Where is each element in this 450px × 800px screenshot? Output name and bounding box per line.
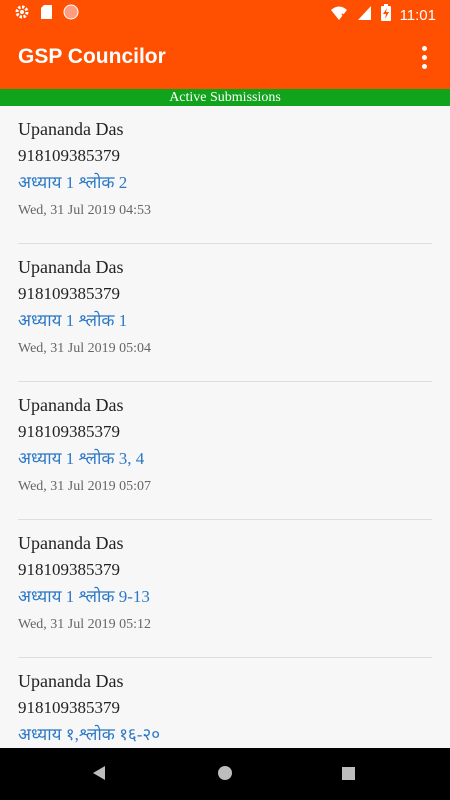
gear-icon <box>14 4 30 25</box>
wifi-off-icon <box>330 5 348 26</box>
navigation-bar <box>0 748 450 800</box>
recents-icon[interactable] <box>342 767 355 780</box>
submitter-name: Upananda Das <box>18 671 124 691</box>
signal-icon <box>357 5 372 26</box>
submission-timestamp: Wed, 31 Jul 2019 05:12 <box>18 617 152 632</box>
home-icon[interactable] <box>218 766 232 780</box>
verse-link[interactable]: अध्याय १,श्लोक १६-२० <box>18 724 160 746</box>
status-time: 11:01 <box>399 6 436 24</box>
app-bar: GSP Councilor <box>0 25 450 89</box>
submitter-name: Upananda Das <box>18 395 124 415</box>
circle-notification-icon <box>63 4 79 25</box>
verse-link[interactable]: अध्याय 1 श्लोक 2 <box>18 172 127 194</box>
submission-timestamp: Wed, 31 Jul 2019 05:07 <box>18 479 152 494</box>
submitter-name: Upananda Das <box>18 119 124 139</box>
submitter-phone: 918109385379 <box>18 146 120 165</box>
submitter-phone: 918109385379 <box>18 560 120 579</box>
submission-item[interactable]: Upananda Das 918109385379 अध्याय 1 श्लोक… <box>0 244 450 382</box>
submitter-name: Upananda Das <box>18 533 124 553</box>
submitter-name: Upananda Das <box>18 257 124 277</box>
submitter-phone: 918109385379 <box>18 698 120 717</box>
sd-card-icon <box>40 4 53 25</box>
section-banner: Active Submissions <box>0 89 450 106</box>
submission-item[interactable]: Upananda Das 918109385379 अध्याय १,श्लोक… <box>0 658 450 748</box>
status-bar: 11:01 <box>0 0 450 25</box>
submission-item[interactable]: Upananda Das 918109385379 अध्याय 1 श्लोक… <box>0 382 450 520</box>
submitter-phone: 918109385379 <box>18 284 120 303</box>
submission-list[interactable]: Upananda Das 918109385379 अध्याय 1 श्लोक… <box>0 106 450 748</box>
back-icon[interactable] <box>92 765 106 786</box>
submission-timestamp: Wed, 31 Jul 2019 05:04 <box>18 341 152 356</box>
submission-timestamp: Wed, 31 Jul 2019 04:53 <box>18 203 152 218</box>
battery-charging-icon <box>380 4 391 26</box>
submitter-phone: 918109385379 <box>18 422 120 441</box>
verse-link[interactable]: अध्याय 1 श्लोक 3, 4 <box>18 448 144 470</box>
more-vert-icon[interactable] <box>408 41 440 73</box>
submission-item[interactable]: Upananda Das 918109385379 अध्याय 1 श्लोक… <box>0 520 450 658</box>
verse-link[interactable]: अध्याय 1 श्लोक 9-13 <box>18 586 150 608</box>
verse-link[interactable]: अध्याय 1 श्लोक 1 <box>18 310 127 332</box>
submission-item[interactable]: Upananda Das 918109385379 अध्याय 1 श्लोक… <box>0 106 450 244</box>
app-title: GSP Councilor <box>18 45 166 68</box>
